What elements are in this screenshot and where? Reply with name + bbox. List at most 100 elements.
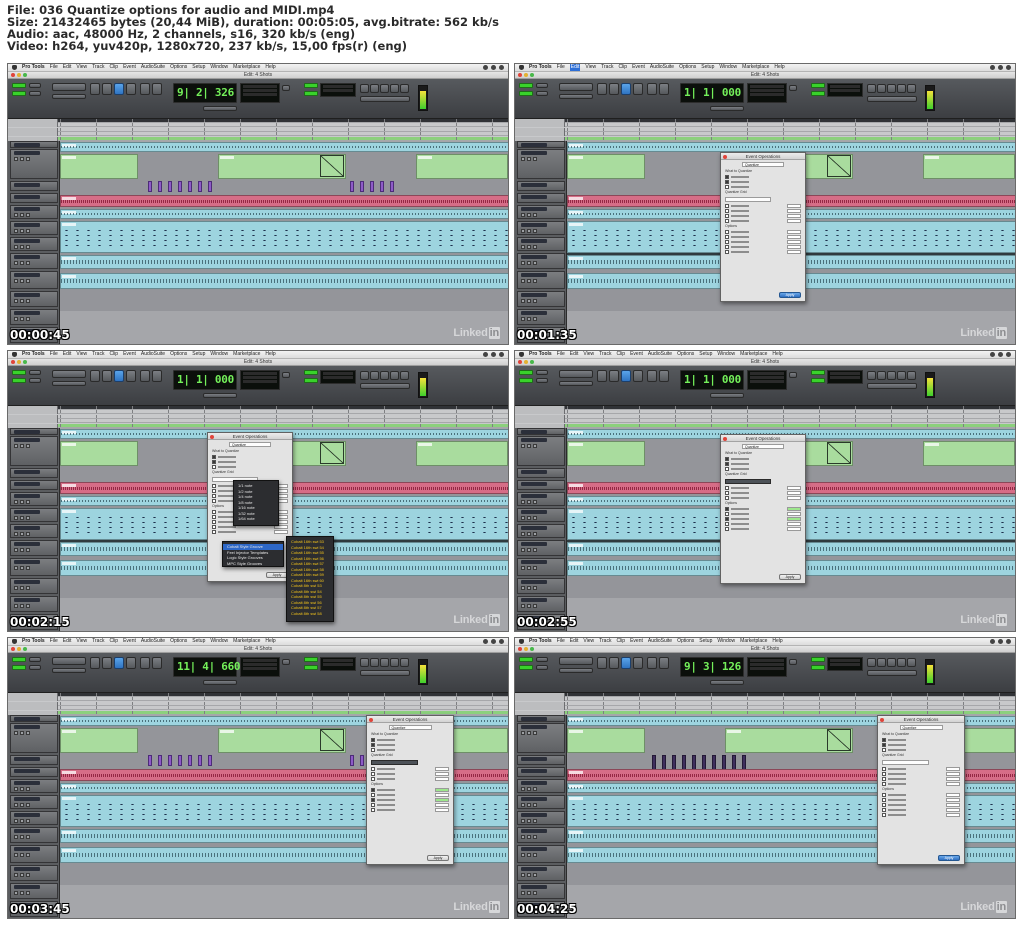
track-name[interactable] xyxy=(521,829,547,833)
ruler-row[interactable] xyxy=(515,132,1015,137)
grid-option-row[interactable] xyxy=(725,219,801,223)
track-header[interactable] xyxy=(517,795,565,809)
mute-icon[interactable] xyxy=(533,317,537,321)
mute-icon[interactable] xyxy=(533,819,537,823)
solo-icon[interactable] xyxy=(20,279,24,283)
value-field[interactable] xyxy=(946,782,960,786)
apply-button[interactable]: Apply xyxy=(427,855,449,861)
checkbox[interactable] xyxy=(725,175,729,179)
record-enable-icon[interactable] xyxy=(14,317,18,321)
record-enable-icon[interactable] xyxy=(521,229,525,233)
value-field[interactable] xyxy=(435,793,449,797)
checkbox[interactable] xyxy=(882,782,886,786)
quantize-option-row[interactable] xyxy=(725,462,801,466)
zoom-icon[interactable] xyxy=(23,73,27,77)
track-header[interactable] xyxy=(517,480,565,490)
fast-forward-button[interactable] xyxy=(897,658,906,667)
track-name[interactable] xyxy=(521,293,547,297)
apply-button[interactable]: Apply xyxy=(938,855,960,861)
smart-tool[interactable] xyxy=(659,370,669,382)
counter-options[interactable] xyxy=(710,393,744,398)
record-enable-icon[interactable] xyxy=(14,835,18,839)
menu-item[interactable]: File xyxy=(50,64,58,71)
solo-icon[interactable] xyxy=(527,873,531,877)
counter-options[interactable] xyxy=(710,680,744,685)
checkbox[interactable] xyxy=(725,496,729,500)
mute-icon[interactable] xyxy=(26,516,30,520)
options-row[interactable] xyxy=(371,788,449,792)
checkbox[interactable] xyxy=(725,527,729,531)
shuffle-mode-button[interactable] xyxy=(12,370,26,375)
record-enable-icon[interactable] xyxy=(521,261,525,265)
menu-item[interactable]: Setup xyxy=(699,638,712,645)
solo-icon[interactable] xyxy=(20,566,24,570)
list-icon[interactable] xyxy=(1006,639,1011,644)
ruler-row[interactable] xyxy=(8,119,508,123)
play-from-start[interactable] xyxy=(282,85,290,91)
close-icon[interactable] xyxy=(723,154,727,159)
search-icon[interactable] xyxy=(491,65,496,70)
midi-clip[interactable] xyxy=(60,221,508,253)
value-field[interactable] xyxy=(435,767,449,771)
list-icon[interactable] xyxy=(499,639,504,644)
grabber-tool[interactable] xyxy=(126,370,136,382)
zoom-buttons[interactable] xyxy=(559,657,593,665)
checkbox[interactable] xyxy=(725,219,729,223)
solo-icon[interactable] xyxy=(20,819,24,823)
track-header[interactable] xyxy=(10,795,58,809)
apply-button[interactable]: Apply xyxy=(266,572,288,578)
menu-item[interactable]: Track xyxy=(92,64,104,71)
options-row[interactable] xyxy=(725,235,801,239)
track-header[interactable] xyxy=(517,141,565,148)
checkbox[interactable] xyxy=(882,748,886,752)
rewind-button[interactable] xyxy=(360,658,369,667)
checkbox[interactable] xyxy=(212,510,216,514)
mute-icon[interactable] xyxy=(26,835,30,839)
track-name[interactable] xyxy=(14,757,40,761)
checkbox[interactable] xyxy=(725,462,729,466)
track-name[interactable] xyxy=(521,273,547,277)
track-header[interactable] xyxy=(517,596,565,612)
track-name[interactable] xyxy=(14,797,40,801)
mute-icon[interactable] xyxy=(26,532,30,536)
menu-item[interactable]: Options xyxy=(170,351,187,358)
rewind-button[interactable] xyxy=(867,84,876,93)
menu-item[interactable]: Event xyxy=(630,638,643,645)
grid-option-row[interactable] xyxy=(882,772,960,776)
quantize-grid-select[interactable] xyxy=(725,197,772,202)
record-enable-icon[interactable] xyxy=(521,787,525,791)
record-enable-icon[interactable] xyxy=(521,213,525,217)
ruler-row[interactable] xyxy=(515,419,1015,424)
record-enable-icon[interactable] xyxy=(521,586,525,590)
track-name[interactable] xyxy=(14,239,40,243)
track-header[interactable] xyxy=(517,558,565,576)
mute-icon[interactable] xyxy=(26,891,30,895)
value-field[interactable] xyxy=(946,767,960,771)
menu-item[interactable]: Event xyxy=(630,351,643,358)
options-row[interactable] xyxy=(882,808,960,812)
menu-item[interactable]: Help xyxy=(772,638,782,645)
menu-item[interactable]: Clip xyxy=(109,638,118,645)
grid-option-row[interactable] xyxy=(371,777,449,781)
checkbox[interactable] xyxy=(212,530,216,534)
slip-mode-button[interactable] xyxy=(12,91,26,96)
audio-clip[interactable] xyxy=(923,154,1015,179)
track-header[interactable] xyxy=(517,755,565,765)
track-name[interactable] xyxy=(14,494,40,498)
checkbox[interactable] xyxy=(725,240,729,244)
record-enable-icon[interactable] xyxy=(14,853,18,857)
grid-mode-button[interactable] xyxy=(29,91,41,96)
menu-item[interactable]: Help xyxy=(265,64,275,71)
value-field[interactable] xyxy=(787,214,801,218)
checkbox[interactable] xyxy=(882,808,886,812)
track-header[interactable] xyxy=(10,723,58,753)
mute-icon[interactable] xyxy=(533,213,537,217)
menu-item[interactable]: Window xyxy=(719,64,737,71)
mute-icon[interactable] xyxy=(26,261,30,265)
list-icon[interactable] xyxy=(499,352,504,357)
zoom-buttons[interactable] xyxy=(559,83,593,91)
midi-controls[interactable] xyxy=(360,670,410,676)
menu-item[interactable]: Setup xyxy=(701,64,714,71)
nudge-value[interactable] xyxy=(304,665,318,670)
menu-item[interactable]: Pro Tools xyxy=(22,638,45,645)
